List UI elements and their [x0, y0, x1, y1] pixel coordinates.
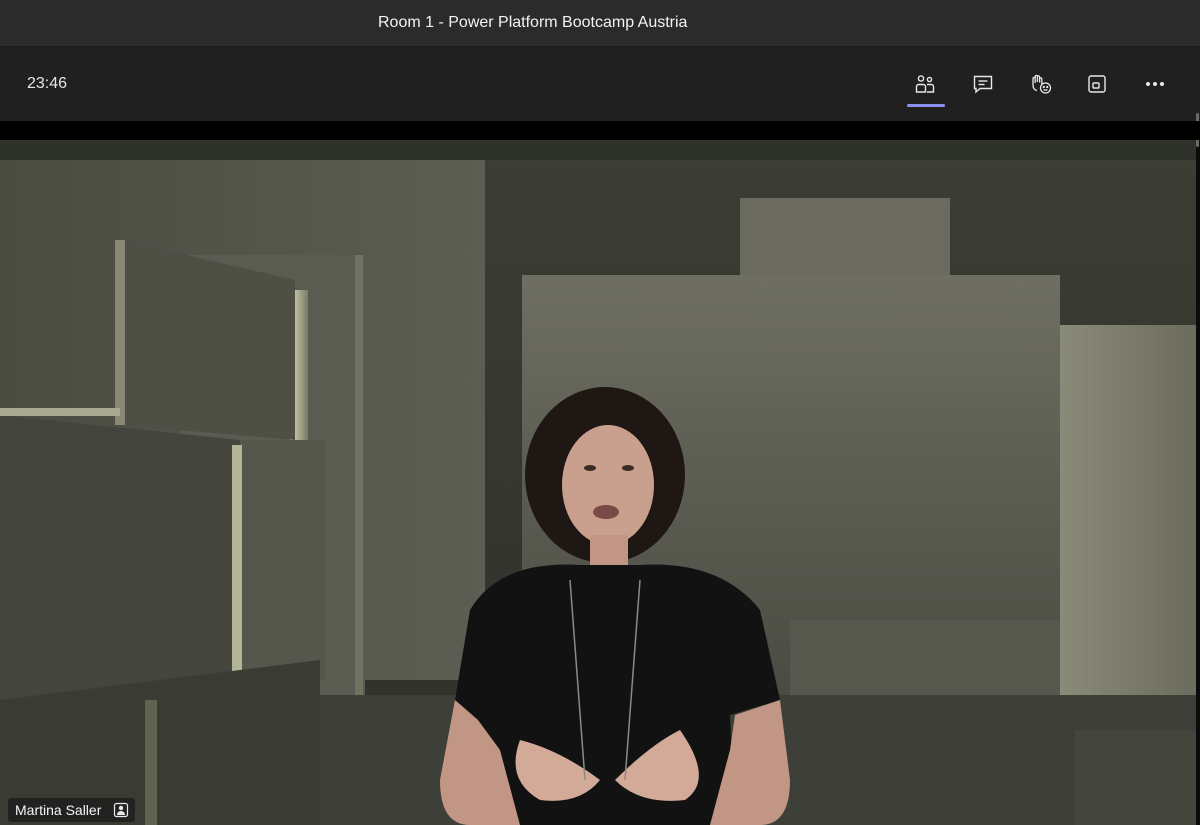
raise-hand-reactions-icon — [1032, 74, 1052, 94]
view-button[interactable] — [1077, 65, 1117, 103]
video-letterbox — [0, 121, 1200, 140]
more-actions-icon — [1146, 82, 1164, 86]
title-bar: Room 1 - Power Platform Bootcamp Austria — [0, 0, 1200, 47]
meeting-timer: 23:46 — [27, 75, 68, 92]
participant-name-tag: Martina Saller — [8, 798, 136, 822]
video-frame-image — [0, 140, 1196, 825]
more-actions-button[interactable] — [1135, 65, 1175, 103]
people-active-indicator — [907, 104, 945, 107]
chat-icon — [973, 75, 993, 94]
meeting-title: Room 1 - Power Platform Bootcamp Austria — [378, 14, 688, 31]
presenter-icon — [114, 802, 129, 818]
people-button[interactable] — [905, 65, 945, 103]
people-icon — [915, 75, 935, 93]
meeting-toolbar: 23:46 — [0, 47, 1200, 147]
chat-button[interactable] — [963, 65, 1003, 103]
view-layout-icon — [1088, 75, 1106, 93]
participant-name: Martina Saller — [15, 802, 102, 818]
reactions-button[interactable] — [1021, 65, 1061, 103]
participant-video[interactable] — [0, 140, 1196, 825]
